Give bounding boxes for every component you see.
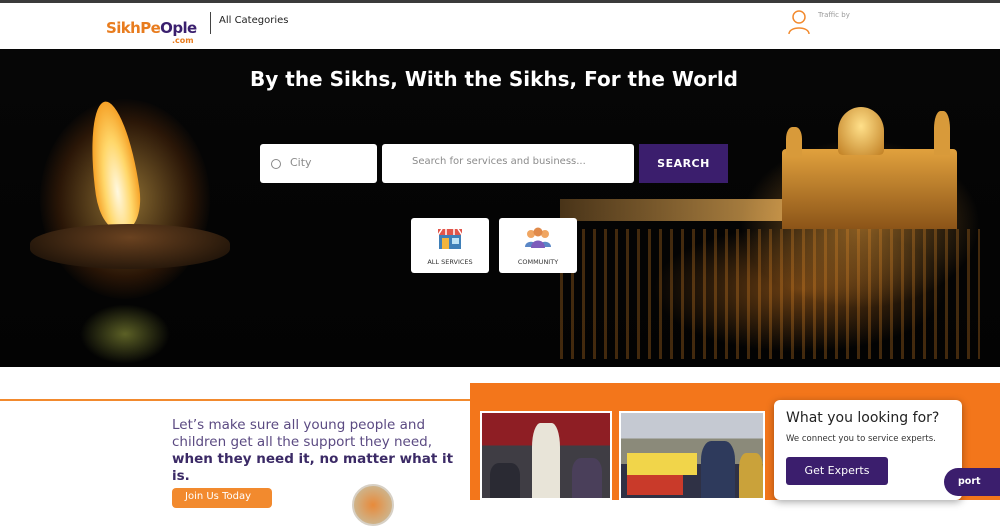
- community-tile[interactable]: COMMUNITY: [499, 218, 577, 273]
- hero-title: By the Sikhs, With the Sikhs, For the Wo…: [250, 67, 738, 91]
- sewa-photo-2[interactable]: [619, 411, 765, 500]
- temple-tower-image: [934, 111, 950, 155]
- promo-line-1: Let’s make sure all young people and: [172, 417, 426, 433]
- promo-tagline: Let’s make sure all young people and chi…: [172, 417, 472, 485]
- city-placeholder: City: [290, 156, 312, 169]
- promo-line-3: when they need it, no matter what it is.: [172, 451, 454, 484]
- lamp-reflection-image: [80, 304, 170, 364]
- logo-text-part1: SikhPe: [106, 19, 161, 37]
- shop-icon: [437, 228, 463, 249]
- sikhpeople-logo[interactable]: SikhPeOple .com: [106, 13, 198, 47]
- temple-tower-image: [786, 127, 802, 157]
- all-categories-link[interactable]: All Categories: [219, 15, 288, 26]
- volunteer-figure: [532, 423, 560, 498]
- banner-sign: [627, 475, 683, 495]
- popup-question: What you looking for?: [786, 410, 940, 426]
- popup-subtitle: We connect you to service experts.: [786, 434, 936, 444]
- section-divider: [0, 399, 470, 401]
- golden-temple-image: [782, 149, 957, 229]
- community-badge-image: [352, 484, 394, 526]
- volunteer-figure: [490, 463, 520, 498]
- user-icon[interactable]: [788, 9, 810, 35]
- experts-popup: What you looking for? We connect you to …: [774, 400, 962, 500]
- logo-text-part2: O: [160, 19, 173, 37]
- get-experts-button[interactable]: Get Experts: [786, 457, 888, 485]
- logo-text-part3: ple: [172, 19, 197, 37]
- golden-temple-dome-image: [838, 107, 884, 155]
- volunteer-figure: [701, 441, 735, 498]
- hero-banner: By the Sikhs, With the Sikhs, For the Wo…: [0, 49, 1000, 367]
- banner-sign: [627, 453, 697, 475]
- search-button[interactable]: SEARCH: [639, 144, 728, 183]
- all-services-label: ALL SERVICES: [427, 258, 473, 266]
- site-header: SikhPeOple .com All Categories Traffic b…: [0, 3, 1000, 49]
- logo-domain: .com: [172, 36, 194, 45]
- causeway-lights-image: [560, 199, 800, 221]
- promo-line-2: children get all the support they need,: [172, 434, 433, 450]
- community-label: COMMUNITY: [517, 258, 559, 266]
- join-us-button[interactable]: Join Us Today: [172, 488, 272, 508]
- volunteer-figure: [572, 458, 602, 498]
- city-input[interactable]: City: [260, 144, 377, 183]
- search-input[interactable]: Search for services and business...: [382, 144, 634, 183]
- volunteer-figure: [739, 453, 763, 498]
- oil-lamp-image: [30, 224, 230, 269]
- water-reflection-image: [560, 229, 980, 359]
- header-divider: [210, 12, 211, 34]
- location-icon: [271, 159, 281, 169]
- support-button[interactable]: port: [944, 468, 1000, 496]
- all-services-tile[interactable]: ALL SERVICES: [411, 218, 489, 273]
- sewa-photo-1[interactable]: [480, 411, 612, 500]
- community-icon: [525, 227, 551, 248]
- search-placeholder: Search for services and business...: [412, 156, 586, 167]
- traffic-label: Traffic by: [818, 11, 850, 19]
